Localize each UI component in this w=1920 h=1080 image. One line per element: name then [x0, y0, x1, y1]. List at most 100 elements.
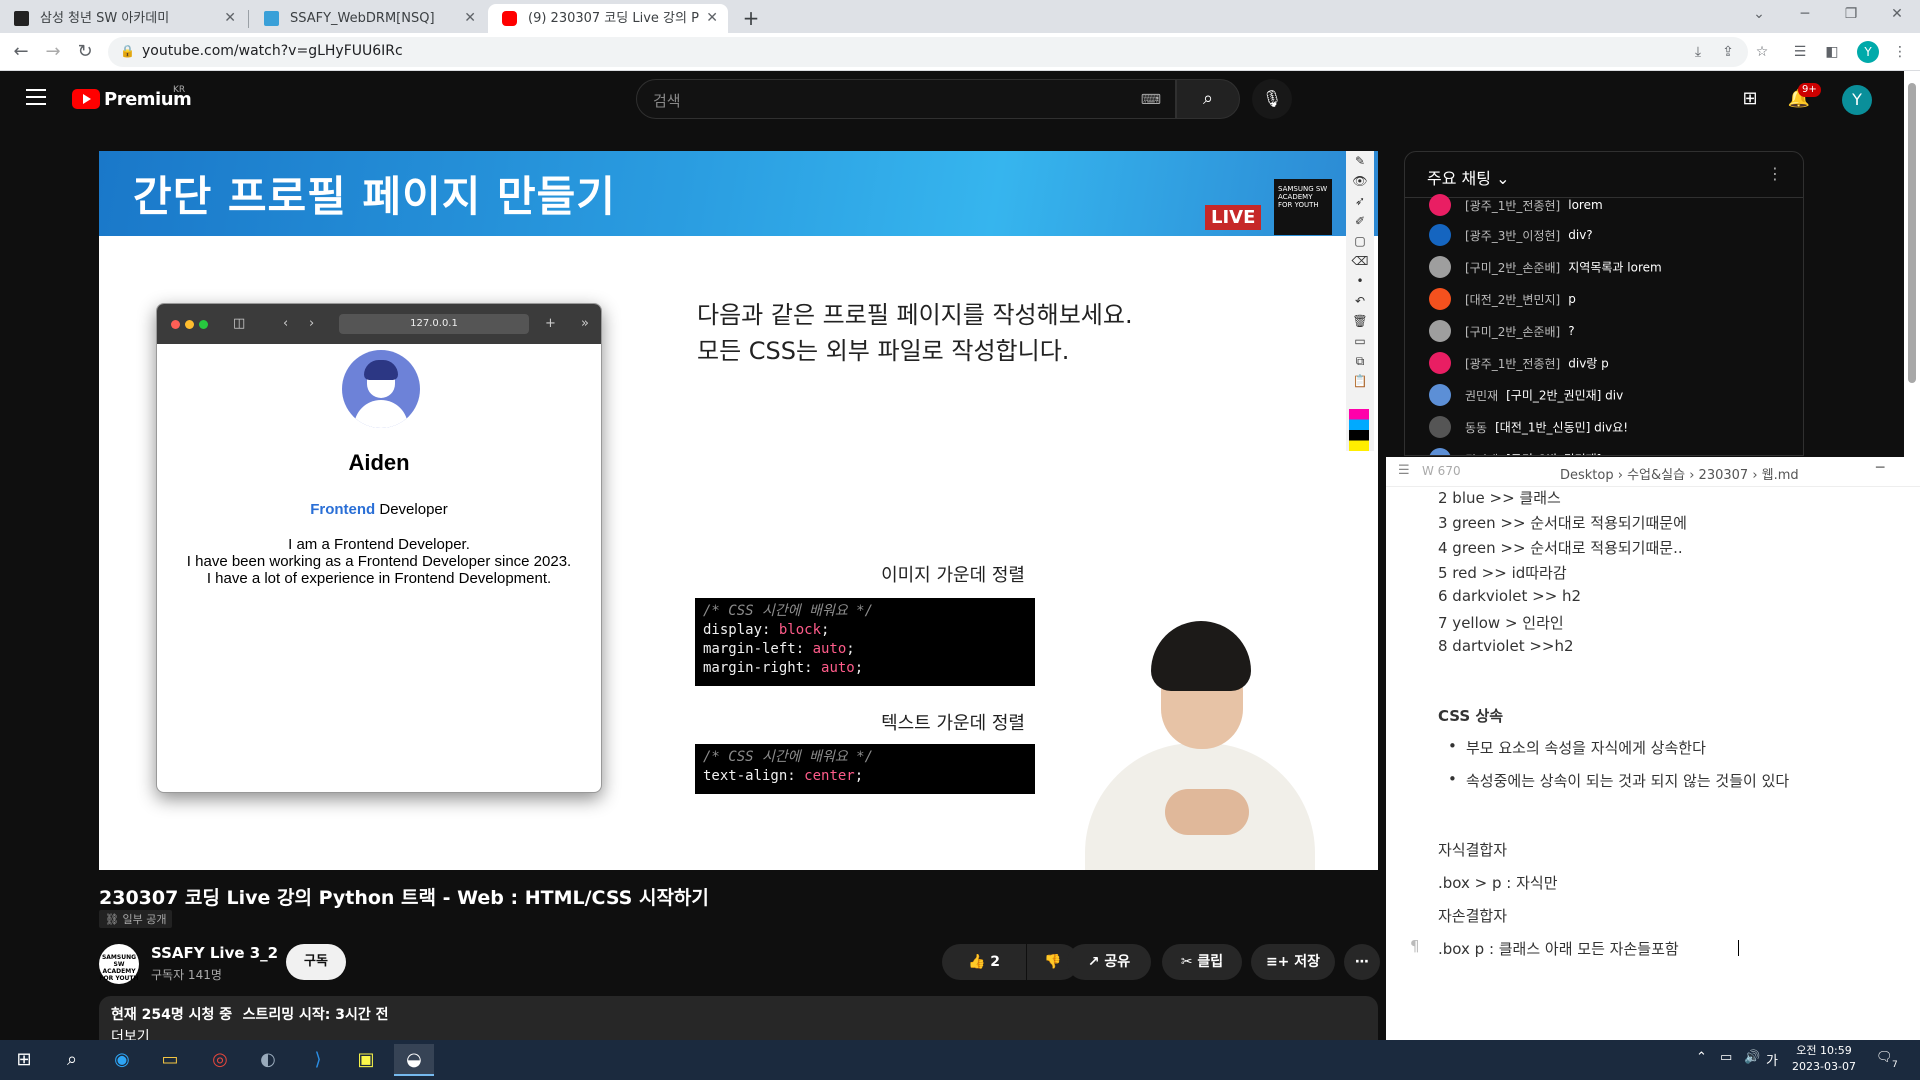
voice-search-button[interactable]: 🎙 — [1252, 79, 1292, 119]
chat-avatar[interactable] — [1429, 448, 1451, 455]
breadcrumb-item[interactable]: 웹.md — [1762, 468, 1799, 483]
system-clock[interactable]: 오전 10:59 2023-03-07 — [1788, 1043, 1860, 1075]
install-icon[interactable]: ⤓ — [1688, 43, 1708, 63]
note-line[interactable]: 2 blue >> 클래스 — [1438, 487, 1561, 508]
chat-author[interactable]: [구미_2반_손준배] — [1465, 325, 1560, 339]
search-input[interactable]: 검색 ⌨ — [636, 79, 1176, 119]
vscode-icon[interactable]: ⟩ — [298, 1044, 338, 1076]
playlist-add-icon: ≡+ — [1265, 954, 1290, 970]
chat-author[interactable]: [대전_2반_변민지] — [1465, 293, 1560, 307]
chat-author[interactable]: 동동 — [1465, 421, 1487, 435]
chat-avatar[interactable] — [1429, 352, 1451, 374]
save-button[interactable]: ≡+ 저장 — [1251, 944, 1335, 980]
chat-avatar[interactable] — [1429, 224, 1451, 246]
action-center-icon[interactable]: 🗨 — [1876, 1050, 1893, 1065]
create-video-icon[interactable]: ⊞ — [1738, 87, 1762, 111]
edge-browser-icon[interactable]: ◉ — [102, 1044, 142, 1076]
keyboard-icon[interactable]: ⌨ — [1141, 92, 1161, 108]
address-bar[interactable]: 🔒 youtube.com/watch?v=gLHyFUU6IRc — [108, 37, 1748, 67]
chat-author[interactable]: [광주_3반_이정현] — [1465, 229, 1560, 243]
reading-list-icon[interactable]: ☰ — [1790, 43, 1810, 63]
typora-icon[interactable]: ◒ — [394, 1044, 434, 1076]
tab-search-icon[interactable]: ⌄ — [1736, 0, 1782, 30]
breadcrumb-item[interactable]: 수업&실습 — [1627, 468, 1685, 483]
app-icon[interactable]: ◐ — [248, 1044, 288, 1076]
chat-mode-dropdown[interactable]: 주요 채팅 ⌄ — [1427, 165, 1509, 189]
chat-avatar[interactable] — [1429, 384, 1451, 406]
note-line[interactable]: 7 yellow > 인라인 — [1438, 612, 1564, 633]
subscribe-button[interactable]: 구독 — [286, 944, 346, 980]
tab-webdrm[interactable]: SSAFY_WebDRM[NSQ] ✕ — [250, 4, 486, 33]
tab-youtube[interactable]: (9) 230307 코딩 Live 강의 P ✕ — [488, 4, 728, 33]
note-heading[interactable]: CSS 상속 — [1438, 705, 1503, 726]
note-bullet[interactable]: 속성중에는 상속이 되는 것과 되지 않는 것들이 있다 — [1448, 770, 1789, 791]
new-tab-button[interactable]: + — [736, 4, 766, 33]
breadcrumb-item[interactable]: Desktop — [1560, 468, 1614, 483]
profile-avatar[interactable]: Y — [1857, 41, 1879, 63]
chat-avatar[interactable] — [1429, 288, 1451, 310]
description-box[interactable]: 현재 254명 시청 중 스트리밍 시작: 3시간 전 더보기 — [99, 996, 1378, 1045]
close-window-icon[interactable]: ✕ — [1874, 0, 1920, 30]
reload-icon[interactable]: ↻ — [72, 39, 98, 65]
scrollbar-thumb[interactable] — [1908, 83, 1916, 383]
chat-author[interactable]: 권민재 — [1465, 389, 1498, 403]
code-value: auto — [812, 641, 847, 657]
chat-author[interactable]: [구미_2반_손준배] — [1465, 261, 1560, 275]
note-line[interactable]: 자식결합자 — [1438, 839, 1507, 860]
share-icon[interactable]: ⇪ — [1718, 43, 1738, 63]
note-line[interactable]: 5 red >> id따라감 — [1438, 562, 1567, 583]
restore-icon[interactable]: ❐ — [1828, 0, 1874, 30]
note-line[interactable]: 3 green >> 순서대로 적용되기때문에 — [1438, 512, 1687, 533]
chrome-icon[interactable]: ◎ — [200, 1044, 240, 1076]
note-line[interactable]: 6 darkviolet >> h2 — [1438, 587, 1581, 605]
url-text[interactable]: youtube.com/watch?v=gLHyFUU6IRc — [142, 43, 403, 59]
note-bullet[interactable]: 부모 요소의 속성을 자식에게 상속한다 — [1448, 737, 1706, 758]
account-avatar[interactable]: Y — [1842, 85, 1872, 115]
clip-button[interactable]: ✂ 클립 — [1162, 944, 1242, 980]
video-player[interactable]: 간단 프로필 페이지 만들기 LIVE SAMSUNG SW ACADEMY F… — [99, 151, 1378, 870]
bookmark-star-icon[interactable]: ☆ — [1752, 43, 1772, 63]
chat-avatar[interactable] — [1429, 320, 1451, 342]
note-line[interactable]: .box > p : 자식만 — [1438, 872, 1558, 893]
close-icon[interactable]: ✕ — [706, 4, 718, 33]
more-actions-button[interactable]: ⋯ — [1344, 944, 1380, 980]
chat-author[interactable]: [광주_1반_전종현] — [1465, 199, 1560, 213]
like-button[interactable]: 👍 2 — [942, 944, 1026, 980]
lock-icon[interactable]: 🔒 — [120, 44, 135, 58]
file-explorer-icon[interactable]: ▭ — [150, 1044, 190, 1076]
chat-author[interactable]: 권민재 — [1465, 453, 1498, 456]
minimize-icon[interactable]: ─ — [1782, 0, 1828, 30]
pycharm-icon[interactable]: ▣ — [346, 1044, 386, 1076]
windows-start-icon[interactable]: ⊞ — [4, 1044, 44, 1076]
page-scrollbar[interactable] — [1904, 71, 1920, 457]
minimize-icon[interactable]: ─ — [1876, 460, 1884, 476]
channel-avatar[interactable]: SAMSUNG SW ACADEMY FOR YOUTH — [99, 944, 139, 984]
breadcrumb-item[interactable]: 230307 — [1699, 468, 1749, 483]
network-icon[interactable]: ▭ — [1720, 1050, 1732, 1065]
side-panel-icon[interactable]: ◧ — [1822, 43, 1842, 63]
note-line[interactable]: .box p : 클래스 아래 모든 자손들포함 — [1438, 938, 1679, 959]
note-line[interactable]: 4 green >> 순서대로 적용되기때문.. — [1438, 537, 1683, 558]
search-button[interactable]: ⌕ — [1176, 79, 1240, 119]
share-button[interactable]: ↗ 공유 — [1067, 944, 1151, 980]
ime-indicator[interactable]: 가 — [1766, 1050, 1778, 1069]
volume-icon[interactable]: 🔊 — [1744, 1050, 1760, 1065]
channel-name[interactable]: SSAFY Live 3_2 — [151, 944, 278, 962]
note-line[interactable]: 8 dartviolet >>h2 — [1438, 637, 1574, 655]
note-line[interactable]: 자손결합자 — [1438, 905, 1507, 926]
back-icon[interactable]: ← — [8, 39, 34, 65]
tab-ssafy-academy[interactable]: 삼성 청년 SW 아카데미 ✕ — [0, 4, 246, 33]
menu-icon[interactable] — [26, 89, 46, 105]
close-icon[interactable]: ✕ — [464, 4, 476, 33]
tray-expand-icon[interactable]: ⌃ — [1696, 1050, 1707, 1065]
hamburger-icon[interactable]: ☰ — [1398, 463, 1410, 478]
chat-avatar[interactable] — [1429, 194, 1451, 216]
chat-more-icon[interactable]: ⋮ — [1767, 164, 1783, 183]
search-icon[interactable]: ⌕ — [52, 1044, 92, 1076]
chat-author[interactable]: [광주_1반_전종현] — [1465, 357, 1560, 371]
browser-menu-icon[interactable]: ⋮ — [1890, 43, 1910, 63]
forward-icon[interactable]: → — [40, 39, 66, 65]
chat-avatar[interactable] — [1429, 416, 1451, 438]
chat-avatar[interactable] — [1429, 256, 1451, 278]
close-icon[interactable]: ✕ — [224, 4, 236, 33]
